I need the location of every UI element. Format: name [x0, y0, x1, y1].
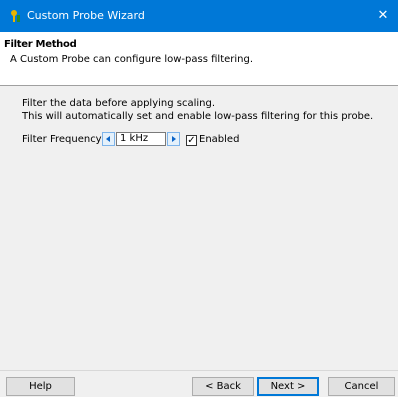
title-bar: Custom Probe Wizard ✕	[0, 0, 398, 32]
description-line-2: This will automatically set and enable l…	[22, 111, 374, 122]
close-icon: ✕	[377, 8, 389, 23]
description-line-1: Filter the data before applying scaling.	[22, 98, 216, 109]
page-subtitle: A Custom Probe can configure low-pass fi…	[10, 54, 254, 65]
page-title: Filter Method	[4, 39, 77, 50]
back-button[interactable]: < Back	[192, 377, 254, 396]
close-button[interactable]: ✕	[368, 0, 398, 32]
wizard-header: Filter Method A Custom Probe can configu…	[0, 32, 398, 86]
next-button[interactable]: Next >	[257, 377, 319, 396]
filter-frequency-value[interactable]: 1 kHz	[116, 132, 166, 146]
checkmark-icon: ✓	[187, 135, 196, 146]
enabled-checkbox[interactable]: ✓	[186, 135, 197, 146]
enabled-label[interactable]: Enabled	[199, 134, 239, 145]
filter-frequency-stepper: 1 kHz	[102, 132, 180, 148]
arrow-right-icon	[172, 136, 176, 142]
footer-divider	[0, 370, 398, 371]
help-button[interactable]: Help	[6, 377, 75, 396]
increase-frequency-button[interactable]	[167, 132, 180, 146]
probe-app-icon	[11, 10, 20, 22]
cancel-button[interactable]: Cancel	[328, 377, 395, 396]
filter-frequency-label: Filter Frequency	[22, 134, 102, 145]
arrow-left-icon	[106, 136, 110, 142]
decrease-frequency-button[interactable]	[102, 132, 115, 146]
window-title: Custom Probe Wizard	[27, 9, 145, 22]
